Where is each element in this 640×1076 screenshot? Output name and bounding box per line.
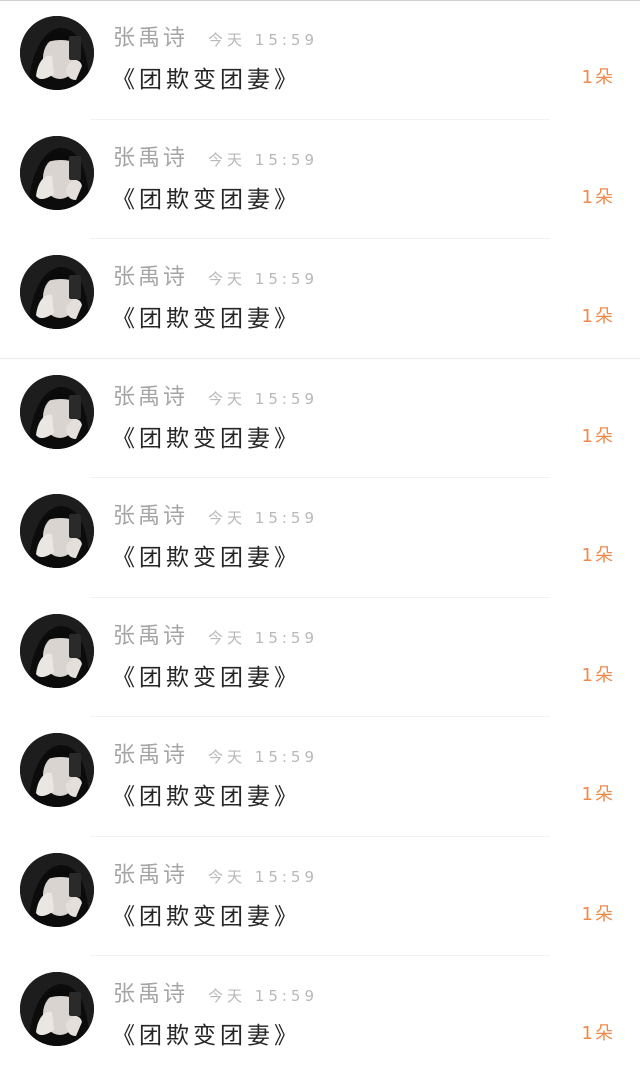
user-avatar-photo-icon — [20, 16, 94, 90]
sender-line: 张禹诗 今天 15:59 — [113, 976, 319, 1007]
list-item[interactable]: 张禹诗 今天 15:59 《团欺变团妻》 1朵 — [0, 956, 640, 1076]
user-avatar-photo-icon — [20, 613, 94, 688]
sender-line: 张禹诗 今天 15:59 — [113, 737, 319, 768]
user-avatar[interactable] — [20, 135, 94, 210]
message-content: 《团欺变团妻》 — [112, 903, 301, 930]
user-avatar[interactable] — [20, 255, 94, 329]
user-avatar[interactable] — [20, 16, 94, 90]
gift-count: 1朵 — [581, 306, 615, 327]
gift-count: 1朵 — [581, 186, 615, 208]
sender-name[interactable]: 张禹诗 — [113, 20, 188, 52]
user-avatar[interactable] — [20, 613, 94, 688]
gift-count: 1朵 — [581, 545, 615, 566]
sender-name[interactable]: 张禹诗 — [113, 857, 188, 889]
timestamp: 今天 15:59 — [208, 389, 319, 408]
user-avatar-photo-icon — [20, 255, 94, 329]
list-item[interactable]: 张禹诗 今天 15:59 《团欺变团妻》 1朵 — [0, 717, 640, 837]
gift-count: 1朵 — [581, 784, 615, 805]
sender-line: 张禹诗 今天 15:59 — [113, 618, 319, 649]
message-content: 《团欺变团妻》 — [112, 67, 301, 93]
user-avatar[interactable] — [20, 972, 94, 1046]
user-avatar[interactable] — [20, 852, 94, 927]
sender-line: 张禹诗 今天 15:59 — [113, 857, 319, 888]
gift-count: 1朵 — [581, 67, 615, 88]
user-avatar-photo-icon — [20, 733, 94, 807]
timestamp: 今天 15:59 — [208, 150, 319, 169]
timestamp: 今天 15:59 — [208, 987, 319, 1005]
timestamp: 今天 15:59 — [208, 628, 319, 647]
gift-count: 1朵 — [581, 1023, 615, 1044]
message-content: 《团欺变团妻》 — [112, 186, 301, 213]
list-item[interactable]: 张禹诗 今天 15:59 《团欺变团妻》 1朵 — [0, 478, 640, 598]
sender-line: 张禹诗 今天 15:59 — [113, 379, 319, 410]
sender-name[interactable]: 张禹诗 — [113, 379, 188, 411]
gift-count: 1朵 — [581, 664, 615, 686]
user-avatar-photo-icon — [20, 135, 94, 210]
user-avatar[interactable] — [20, 374, 94, 449]
sender-name[interactable]: 张禹诗 — [113, 976, 188, 1008]
message-content: 《团欺变团妻》 — [112, 545, 301, 571]
timestamp: 今天 15:59 — [208, 31, 319, 49]
timestamp: 今天 15:59 — [208, 270, 319, 288]
timestamp: 今天 15:59 — [208, 748, 319, 766]
sender-line: 张禹诗 今天 15:59 — [113, 498, 319, 529]
list-item[interactable]: 张禹诗 今天 15:59 《团欺变团妻》 1朵 — [0, 837, 640, 956]
user-avatar[interactable] — [20, 733, 94, 807]
sender-line: 张禹诗 今天 15:59 — [113, 20, 319, 51]
user-avatar-photo-icon — [20, 494, 94, 568]
list-item[interactable]: 张禹诗 今天 15:59 《团欺变团妻》 1朵 — [0, 598, 640, 717]
list-item[interactable]: 张禹诗 今天 15:59 《团欺变团妻》 1朵 — [0, 120, 640, 239]
message-content: 《团欺变团妻》 — [112, 784, 301, 810]
user-avatar-photo-icon — [20, 972, 94, 1046]
sender-name[interactable]: 张禹诗 — [113, 737, 188, 769]
sender-name[interactable]: 张禹诗 — [113, 618, 188, 650]
user-avatar-photo-icon — [20, 852, 94, 927]
sender-line: 张禹诗 今天 15:59 — [113, 140, 319, 171]
message-content: 《团欺变团妻》 — [112, 1023, 301, 1049]
user-avatar[interactable] — [20, 494, 94, 568]
user-avatar-photo-icon — [20, 374, 94, 449]
list-item[interactable]: 张禹诗 今天 15:59 《团欺变团妻》 1朵 — [0, 359, 640, 478]
timestamp: 今天 15:59 — [208, 867, 319, 886]
sender-name[interactable]: 张禹诗 — [113, 259, 188, 291]
sender-name[interactable]: 张禹诗 — [113, 140, 188, 172]
message-content: 《团欺变团妻》 — [112, 306, 301, 332]
message-content: 《团欺变团妻》 — [112, 664, 301, 691]
list-item[interactable]: 张禹诗 今天 15:59 《团欺变团妻》 1朵 — [0, 0, 640, 120]
message-content: 《团欺变团妻》 — [112, 425, 301, 452]
gift-count: 1朵 — [581, 903, 615, 925]
timestamp: 今天 15:59 — [208, 509, 319, 527]
list-item[interactable]: 张禹诗 今天 15:59 《团欺变团妻》 1朵 — [0, 239, 640, 359]
gift-count: 1朵 — [581, 425, 615, 447]
sender-line: 张禹诗 今天 15:59 — [113, 259, 319, 290]
gift-message-list: 张禹诗 今天 15:59 《团欺变团妻》 1朵 张禹诗 今天 15:59 《团欺… — [0, 0, 640, 1076]
sender-name[interactable]: 张禹诗 — [113, 498, 188, 530]
